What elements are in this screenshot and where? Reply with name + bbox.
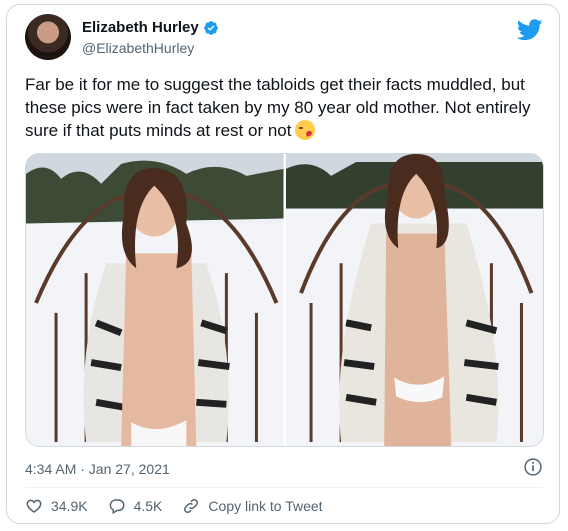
author-handle[interactable]: @ElizabethHurley [82, 40, 194, 56]
tweet-media [25, 153, 544, 447]
copy-link-button[interactable]: Copy link to Tweet [182, 497, 323, 515]
reply-button[interactable]: 4.5K [108, 497, 163, 515]
tweet-card: Elizabeth Hurley @ElizabethHurley Far be… [6, 4, 560, 524]
info-icon[interactable] [523, 457, 543, 477]
tweet-text: Far be it for me to suggest the tabloids… [25, 73, 545, 142]
verified-badge-icon [203, 20, 218, 35]
author-name-row: Elizabeth Hurley [82, 19, 219, 36]
tweet-photo-2[interactable] [285, 154, 543, 446]
like-count: 34.9K [51, 498, 88, 514]
tweet-photo-1[interactable] [26, 154, 284, 446]
reply-icon [109, 499, 125, 515]
tweet-body: Far be it for me to suggest the tabloids… [25, 75, 531, 140]
copy-link-label: Copy link to Tweet [208, 498, 323, 514]
author-display-name[interactable]: Elizabeth Hurley [82, 19, 199, 36]
tweet-actions: 34.9K 4.5K Copy link to Tweet [25, 497, 343, 515]
divider [25, 487, 543, 488]
like-button[interactable]: 34.9K [25, 497, 88, 515]
heart-icon [26, 499, 42, 513]
twitter-bird-icon[interactable] [517, 19, 543, 41]
tweet-timestamp[interactable]: 4:34 AM · Jan 27, 2021 [25, 461, 170, 477]
reply-count: 4.5K [133, 498, 163, 514]
avatar[interactable] [25, 14, 71, 60]
wink-kiss-emoji-icon [295, 120, 316, 140]
link-icon [184, 498, 199, 514]
